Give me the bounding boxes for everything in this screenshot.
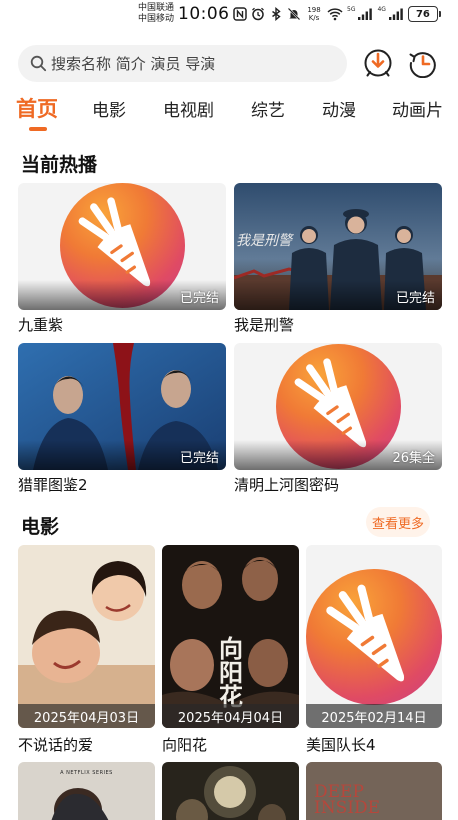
- show-title[interactable]: 猎罪图鉴2: [18, 474, 88, 495]
- movie-title[interactable]: 美国队长4: [306, 734, 376, 755]
- carrier-info: 中国联通 中国移动: [138, 3, 174, 25]
- movie-title[interactable]: 不说话的爱: [18, 734, 93, 755]
- poster-label: A NETFLIX SERIES: [60, 770, 113, 776]
- status-badge: 已完结: [179, 291, 219, 306]
- see-more-button[interactable]: 查看更多: [366, 507, 430, 537]
- download-button[interactable]: [363, 48, 393, 78]
- section-title-movies: 电影: [21, 516, 60, 538]
- episode-badge: 26集全: [392, 451, 435, 466]
- poster-image: [162, 762, 299, 820]
- net-speed-unit: K/s: [308, 14, 320, 22]
- carrot-logo: [306, 569, 442, 705]
- net-speed-value: 198: [307, 6, 321, 14]
- release-date: 2025年02月14日: [306, 704, 442, 728]
- battery-indicator: 76: [407, 6, 441, 22]
- status-icons: 198 K/s 5G 4G 76: [233, 5, 441, 23]
- movie-card[interactable]: A NETFLIX SERIES: [18, 762, 155, 820]
- movie-card[interactable]: 向阳花 2025年04月04日: [162, 545, 299, 728]
- signal-2-icon: [388, 8, 403, 20]
- history-button[interactable]: [408, 48, 438, 79]
- bluetooth-icon: [272, 7, 281, 21]
- poster-title-text: 我是刑警: [236, 233, 292, 249]
- search-bar[interactable]: [18, 45, 347, 82]
- history-icon: [409, 52, 436, 79]
- movie-card[interactable]: DEEP INSIDE: [306, 762, 442, 820]
- show-card[interactable]: 已完结: [18, 183, 226, 310]
- tab-movies[interactable]: 电影: [92, 96, 126, 121]
- release-date: 2025年04月04日: [162, 704, 299, 728]
- status-badge: 已完结: [395, 291, 435, 306]
- movie-card[interactable]: 2025年02月14日: [306, 545, 442, 728]
- download-icon: [364, 49, 392, 77]
- movie-card[interactable]: 2025年04月03日: [18, 545, 155, 728]
- show-card[interactable]: 我是刑警 已完结: [234, 183, 442, 310]
- movie-title[interactable]: 向阳花: [162, 734, 207, 755]
- mute-icon: [287, 7, 301, 21]
- tab-tv-series[interactable]: 电视剧: [163, 96, 214, 121]
- wifi-icon: [327, 8, 343, 21]
- tab-cartoon[interactable]: 动画片: [392, 96, 443, 121]
- clock: 10:06: [178, 4, 230, 24]
- release-date: 2025年04月03日: [18, 704, 155, 728]
- tab-variety[interactable]: 综艺: [251, 96, 285, 121]
- carrot-icon: [326, 584, 405, 682]
- nfc-icon: [233, 7, 247, 21]
- signal-1-icon: [358, 8, 373, 20]
- status-badge: 已完结: [179, 451, 219, 466]
- show-card[interactable]: 26集全: [234, 343, 442, 470]
- net-speed: 198 K/s: [305, 6, 323, 22]
- carrier-2: 中国移动: [138, 14, 175, 24]
- signal-2-label: 4G: [377, 6, 386, 13]
- tab-anime[interactable]: 动漫: [322, 96, 356, 121]
- section-title-now-playing: 当前热播: [21, 154, 98, 176]
- search-icon: [30, 55, 47, 72]
- show-title[interactable]: 清明上河图密码: [234, 474, 339, 495]
- poster-title-text: 向阳花: [219, 634, 243, 711]
- search-input[interactable]: [51, 54, 331, 73]
- poster-image: [18, 545, 155, 728]
- active-tab-indicator: [29, 127, 47, 131]
- category-tabs: 首页 电影 电视剧 综艺 动漫 动画片: [0, 88, 458, 134]
- poster-title-text: DEEP INSIDE: [314, 782, 380, 818]
- show-title[interactable]: 我是刑警: [234, 314, 294, 335]
- show-title[interactable]: 九重紫: [18, 314, 63, 335]
- carrier-1: 中国联通: [138, 3, 175, 13]
- movie-card[interactable]: [162, 762, 299, 820]
- tab-home[interactable]: 首页: [16, 93, 58, 123]
- alarm-icon: [252, 7, 264, 21]
- show-card[interactable]: 已完结: [18, 343, 226, 470]
- signal-1-label: 5G: [347, 6, 356, 13]
- status-bar: 中国联通 中国移动 10:06 198 K/s 5G 4G 76: [0, 0, 458, 30]
